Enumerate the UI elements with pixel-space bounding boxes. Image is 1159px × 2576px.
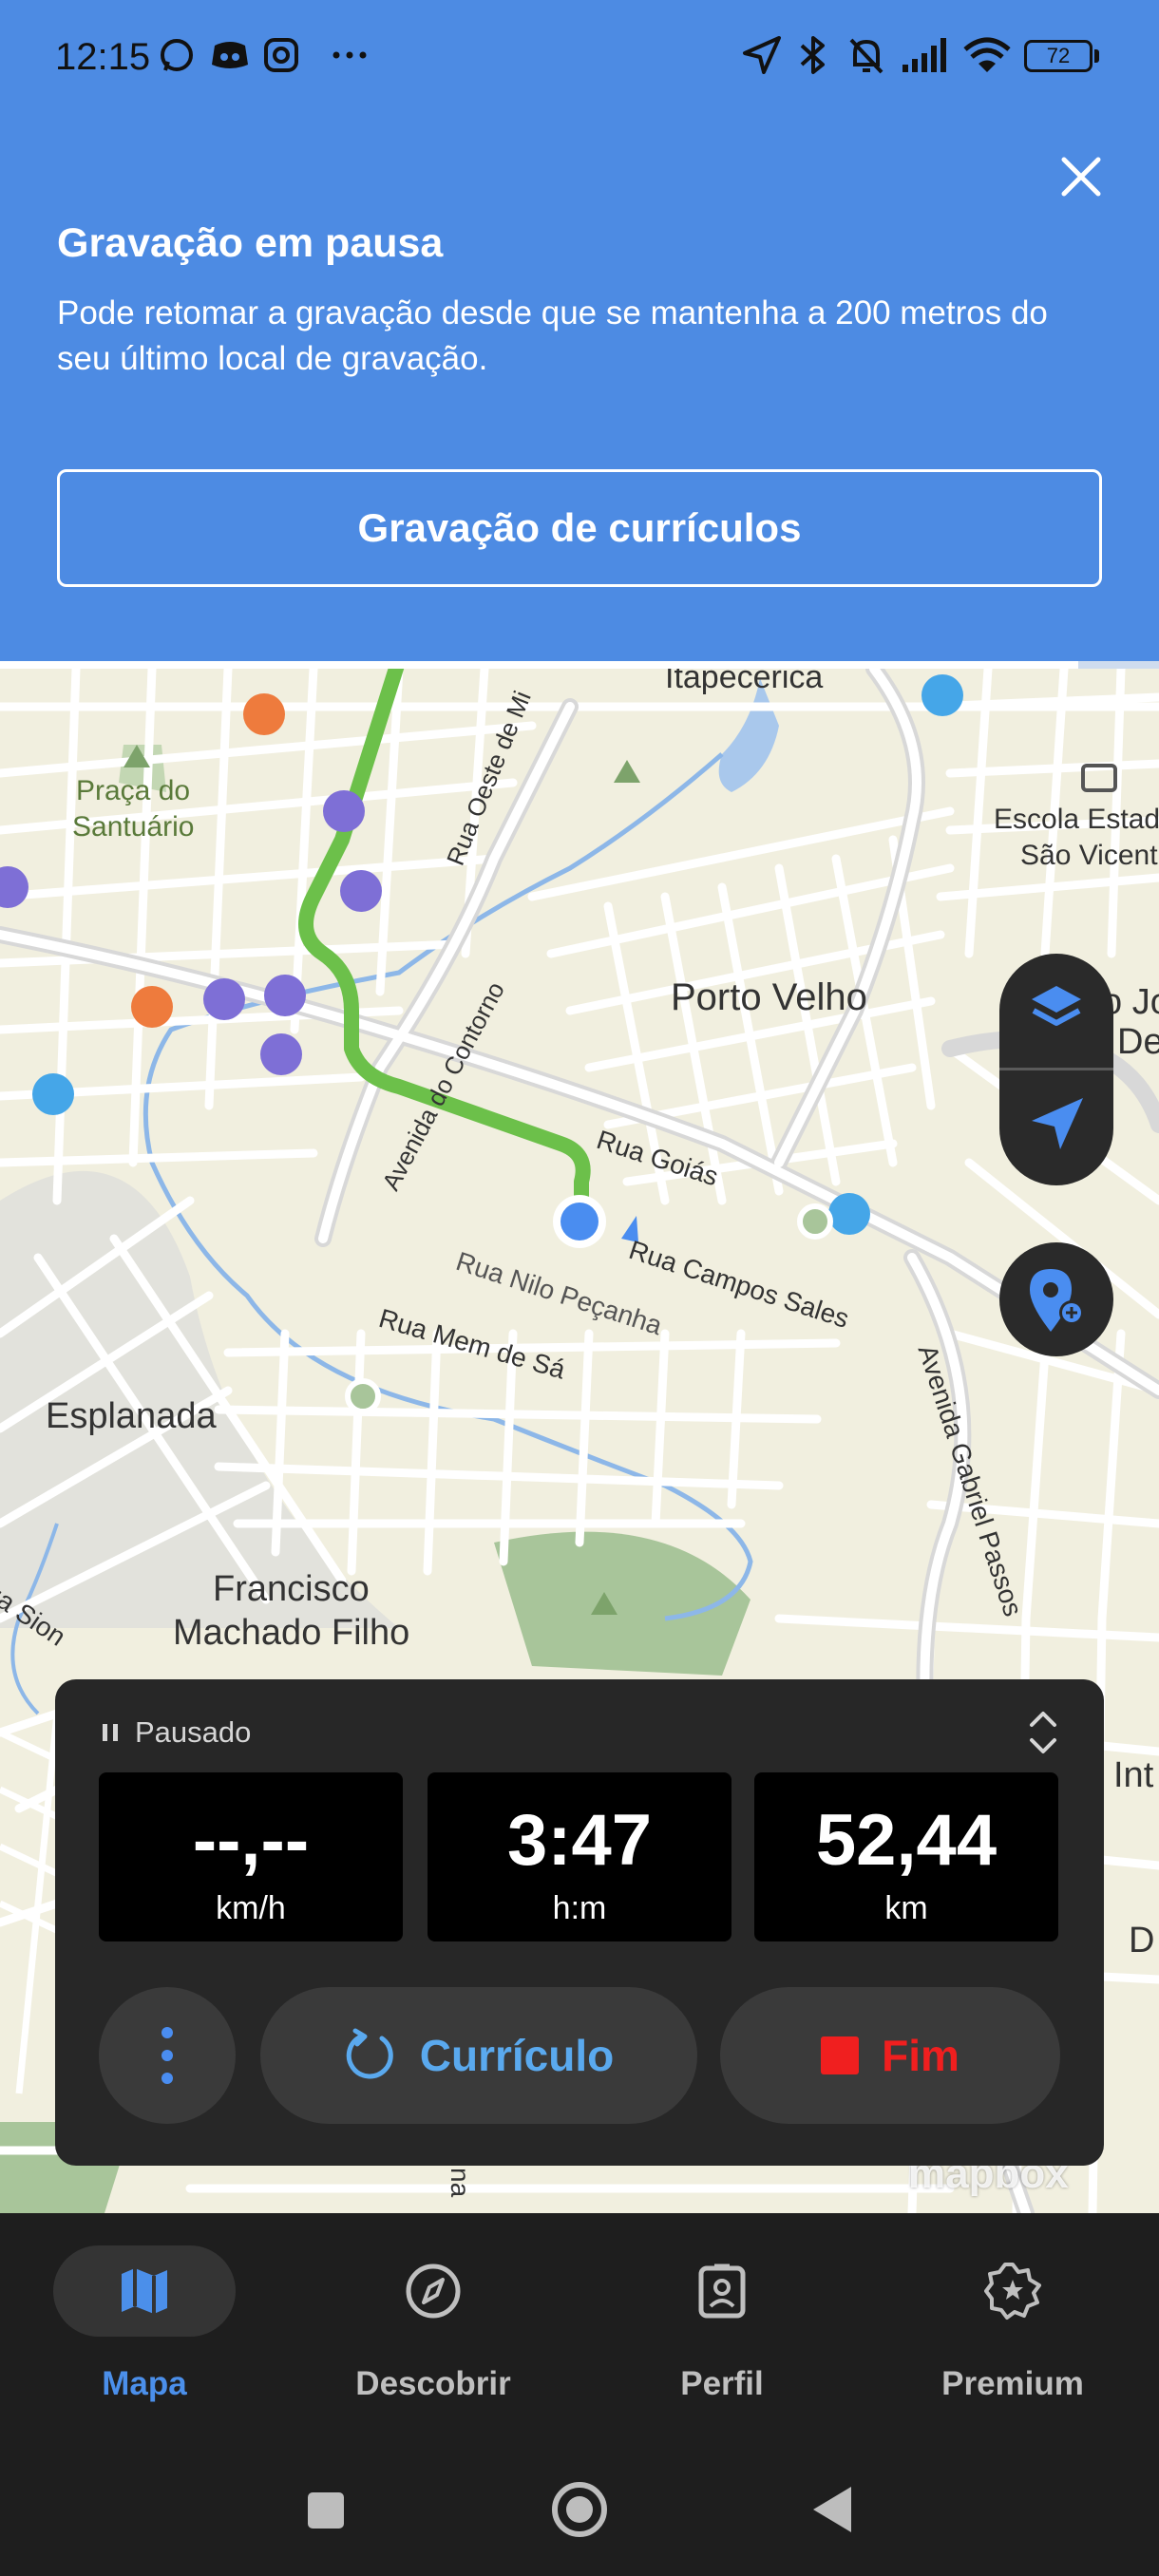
pause-icon — [103, 1724, 118, 1741]
system-navigation-bar — [0, 2441, 1159, 2576]
bottom-navigation: Mapa Descobrir Perfil Premium — [0, 2213, 1159, 2441]
poi-atm-marker — [264, 975, 306, 1016]
record-curriculum-button[interactable]: Gravação de currículos — [57, 469, 1102, 587]
banner-title: Gravação em pausa — [57, 220, 444, 266]
poi-store-marker — [32, 1073, 74, 1115]
map-label-francisco-line2: Machado Filho — [173, 1613, 410, 1653]
park-area — [494, 1531, 750, 1676]
poi-atm-marker — [0, 866, 28, 908]
battery-tip — [1094, 49, 1099, 63]
add-location-button[interactable] — [999, 1242, 1113, 1356]
navigation-arrow-icon[interactable] — [1028, 1094, 1087, 1153]
poi-store-marker — [922, 674, 963, 716]
poi-roundabout — [345, 1378, 381, 1414]
nav-item-discover[interactable]: Descobrir — [319, 2245, 547, 2426]
recording-card: Pausado --,-- km/h 3:47 h:m 52,44 km Cur… — [55, 1679, 1104, 2166]
map-label-partial-na: na — [446, 2168, 475, 2198]
resume-icon — [346, 2028, 393, 2079]
nav-item-profile[interactable]: Perfil — [608, 2245, 836, 2426]
instagram-icon — [264, 38, 298, 72]
speed-value: --,-- — [192, 1800, 310, 1881]
signal-icon — [902, 38, 946, 72]
finish-label: Fim — [882, 2031, 960, 2080]
poi-shop-marker — [243, 693, 285, 735]
paused-banner: 12:15 72 Gravação em pausa Pode retomar … — [0, 0, 1159, 671]
more-vertical-icon — [162, 2027, 173, 2084]
poi-atm-marker — [203, 978, 245, 1020]
poi-atm-marker — [323, 790, 365, 832]
map-label-esplanada: Esplanada — [46, 1396, 217, 1436]
poi-roundabout — [797, 1203, 833, 1240]
close-icon[interactable] — [1054, 150, 1108, 203]
expand-collapse-icon[interactable] — [1024, 1706, 1062, 1759]
poi-restaurant-marker — [131, 986, 173, 1028]
more-options-button[interactable] — [99, 1987, 236, 2124]
map-icon — [122, 2268, 167, 2314]
resume-label: Currículo — [419, 2031, 615, 2080]
compass-icon — [406, 2263, 461, 2319]
back-button-icon[interactable] — [809, 2483, 857, 2536]
map-label-praca-line2: Santuário — [72, 811, 195, 843]
map-label-porto-velho: Porto Velho — [671, 976, 867, 1018]
nav-label-premium: Premium — [941, 2365, 1084, 2402]
add-location-pin-icon — [1030, 1269, 1084, 1332]
whatsapp-icon — [161, 39, 193, 71]
distance-unit: km — [884, 1890, 928, 1926]
map-label-partial-d: D — [1129, 1921, 1155, 1960]
stop-icon — [821, 2036, 860, 2074]
map-label-praca: Praça do — [76, 775, 190, 807]
nav-profile-wrap — [631, 2245, 813, 2337]
map-label-escola-line1: Escola Estad — [994, 804, 1159, 835]
recording-status-label: Pausado — [135, 1715, 252, 1749]
nav-item-map[interactable]: Mapa — [30, 2245, 258, 2426]
controls-divider — [999, 1068, 1113, 1070]
map-label-partial-de: De — [1117, 1022, 1159, 1062]
battery-level: 72 — [1046, 44, 1071, 67]
home-button-icon[interactable] — [549, 2479, 610, 2540]
nav-premium-wrap — [922, 2245, 1104, 2337]
nav-discover-wrap — [342, 2245, 524, 2337]
map-label-itapecerica: Itapecerica — [665, 669, 824, 695]
resume-button[interactable]: Currículo — [260, 1987, 697, 2124]
status-time: 12:15 — [55, 36, 151, 78]
bluetooth-icon — [800, 36, 825, 74]
status-bar: 12:15 72 — [0, 0, 1159, 114]
battery-indicator: 72 — [1024, 40, 1092, 72]
duration-value: 3:47 — [506, 1800, 653, 1881]
recents-button-icon[interactable] — [304, 2489, 348, 2532]
layers-icon[interactable] — [1026, 978, 1087, 1039]
tree-icon — [614, 760, 640, 783]
wifi-icon — [963, 37, 1011, 72]
map-label-francisco-line1: Francisco — [213, 1569, 370, 1609]
distance-stat: 52,44 km — [754, 1772, 1058, 1941]
more-notifications-icon — [332, 51, 367, 59]
map-label-praca-line1: Praça do — [76, 775, 191, 806]
distance-value: 52,44 — [815, 1800, 998, 1881]
nav-map-highlight — [53, 2245, 236, 2337]
map-label-partial-int: Int — [1113, 1755, 1154, 1795]
poi-store-marker — [828, 1193, 870, 1235]
nav-label-profile: Perfil — [680, 2365, 764, 2402]
speed-unit: km/h — [216, 1890, 286, 1926]
bell-muted-icon — [849, 38, 884, 74]
recording-status: Pausado — [103, 1715, 251, 1750]
location-arrow-icon — [743, 36, 781, 74]
discord-icon — [212, 42, 248, 68]
duration-stat: 3:47 h:m — [428, 1772, 732, 1941]
map-label-escola-line2: São Vicent — [1020, 840, 1158, 871]
speed-stat: --,-- km/h — [99, 1772, 403, 1941]
premium-badge-icon — [984, 2263, 1041, 2320]
poi-atm-marker — [260, 1033, 302, 1075]
profile-icon — [698, 2263, 746, 2319]
duration-unit: h:m — [552, 1890, 607, 1926]
banner-description: Pode retomar a gravação desde que se man… — [57, 294, 1048, 377]
nav-label-discover: Descobrir — [355, 2365, 511, 2402]
poi-atm-marker — [340, 870, 382, 912]
nav-label-map: Mapa — [102, 2365, 187, 2402]
current-location-dot — [560, 1203, 598, 1241]
nav-item-premium[interactable]: Premium — [899, 2245, 1127, 2426]
map-controls-group — [999, 954, 1113, 1185]
finish-button[interactable]: Fim — [720, 1987, 1060, 2124]
